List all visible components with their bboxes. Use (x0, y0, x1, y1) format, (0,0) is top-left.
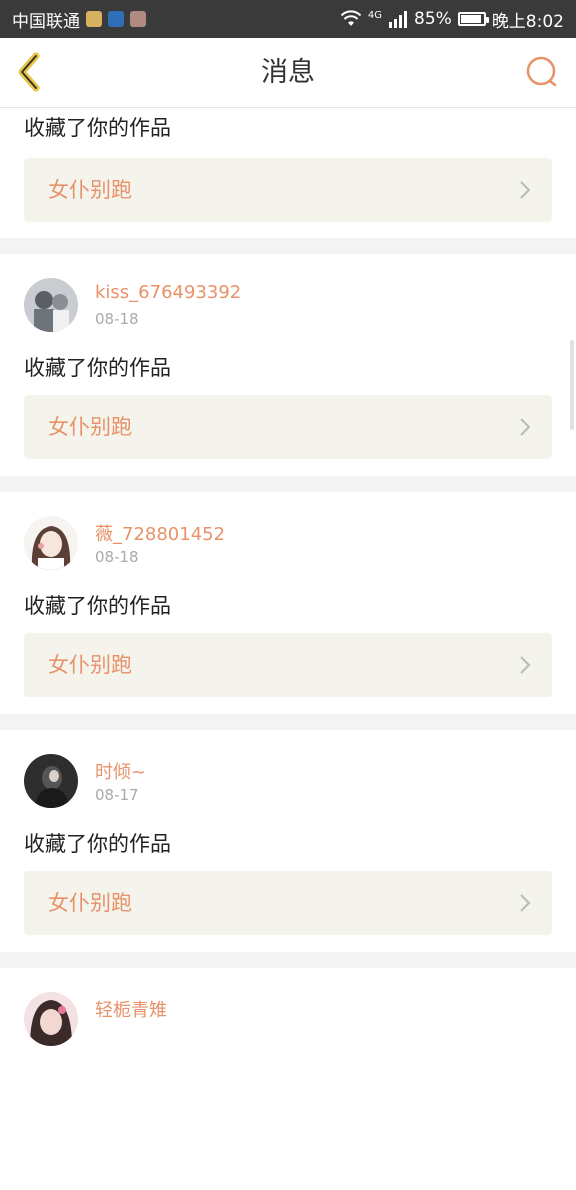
status-bar: 中国联通 4G 85% 晚上8:02 (0, 0, 576, 38)
message-date: 08-18 (95, 548, 139, 566)
app-notification-icon (86, 11, 102, 27)
search-icon[interactable] (522, 52, 562, 92)
wifi-icon (340, 10, 362, 26)
divider (0, 238, 576, 254)
avatar[interactable] (24, 754, 78, 808)
battery-icon (457, 12, 489, 26)
message-date: 08-18 (95, 310, 139, 328)
message-list: 收藏了你的作品 女仆别跑 kiss_676493392 08-18 收藏了你的作… (0, 108, 576, 1190)
work-title: 女仆别跑 (48, 891, 132, 915)
message-action-text: 收藏了你的作品 (24, 594, 171, 618)
chevron-right-icon (520, 181, 531, 199)
status-right: 4G 85% 晚上8:02 (340, 7, 564, 32)
username[interactable]: 轻栀青雉 (95, 996, 167, 1022)
status-left: 中国联通 (12, 7, 146, 32)
carrier-name: 中国联通 (12, 11, 80, 32)
message-action-text: 收藏了你的作品 (24, 116, 171, 140)
work-title: 女仆别跑 (48, 415, 132, 439)
divider (0, 952, 576, 968)
chevron-right-icon (520, 656, 531, 674)
work-title: 女仆别跑 (48, 653, 132, 677)
message-action-text: 收藏了你的作品 (24, 832, 171, 856)
username[interactable]: kiss_676493392 (95, 282, 241, 303)
app-notification-icon (130, 11, 146, 27)
username[interactable]: 薇_728801452 (95, 520, 225, 546)
work-link[interactable]: 女仆别跑 (24, 158, 552, 222)
chevron-right-icon (520, 894, 531, 912)
divider (0, 714, 576, 730)
battery-percent: 85% (414, 9, 452, 29)
message-action-text: 收藏了你的作品 (24, 356, 171, 380)
work-title: 女仆别跑 (48, 178, 132, 202)
message-card: 薇_728801452 08-18 收藏了你的作品 女仆别跑 (0, 492, 576, 714)
shield-icon (108, 11, 124, 27)
divider (0, 476, 576, 492)
avatar[interactable] (24, 992, 78, 1046)
message-card: 轻栀青雉 (0, 968, 576, 1190)
work-link[interactable]: 女仆别跑 (24, 871, 552, 935)
work-link[interactable]: 女仆别跑 (24, 395, 552, 459)
message-card: 收藏了你的作品 女仆别跑 (0, 108, 576, 238)
chevron-right-icon (520, 418, 531, 436)
navigation-header: 消息 (0, 38, 576, 108)
network-type: 4G (367, 9, 383, 21)
signal-icon (389, 11, 408, 28)
page-title: 消息 (261, 57, 315, 88)
work-link[interactable]: 女仆别跑 (24, 633, 552, 697)
message-card: 时倾~ 08-17 收藏了你的作品 女仆别跑 (0, 730, 576, 952)
clock: 晚上8:02 (491, 11, 564, 32)
message-card: kiss_676493392 08-18 收藏了你的作品 女仆别跑 (0, 254, 576, 476)
avatar[interactable] (24, 278, 78, 332)
message-date: 08-17 (95, 786, 139, 804)
avatar[interactable] (24, 516, 78, 570)
username[interactable]: 时倾~ (95, 758, 146, 784)
scrollbar[interactable] (570, 340, 574, 430)
